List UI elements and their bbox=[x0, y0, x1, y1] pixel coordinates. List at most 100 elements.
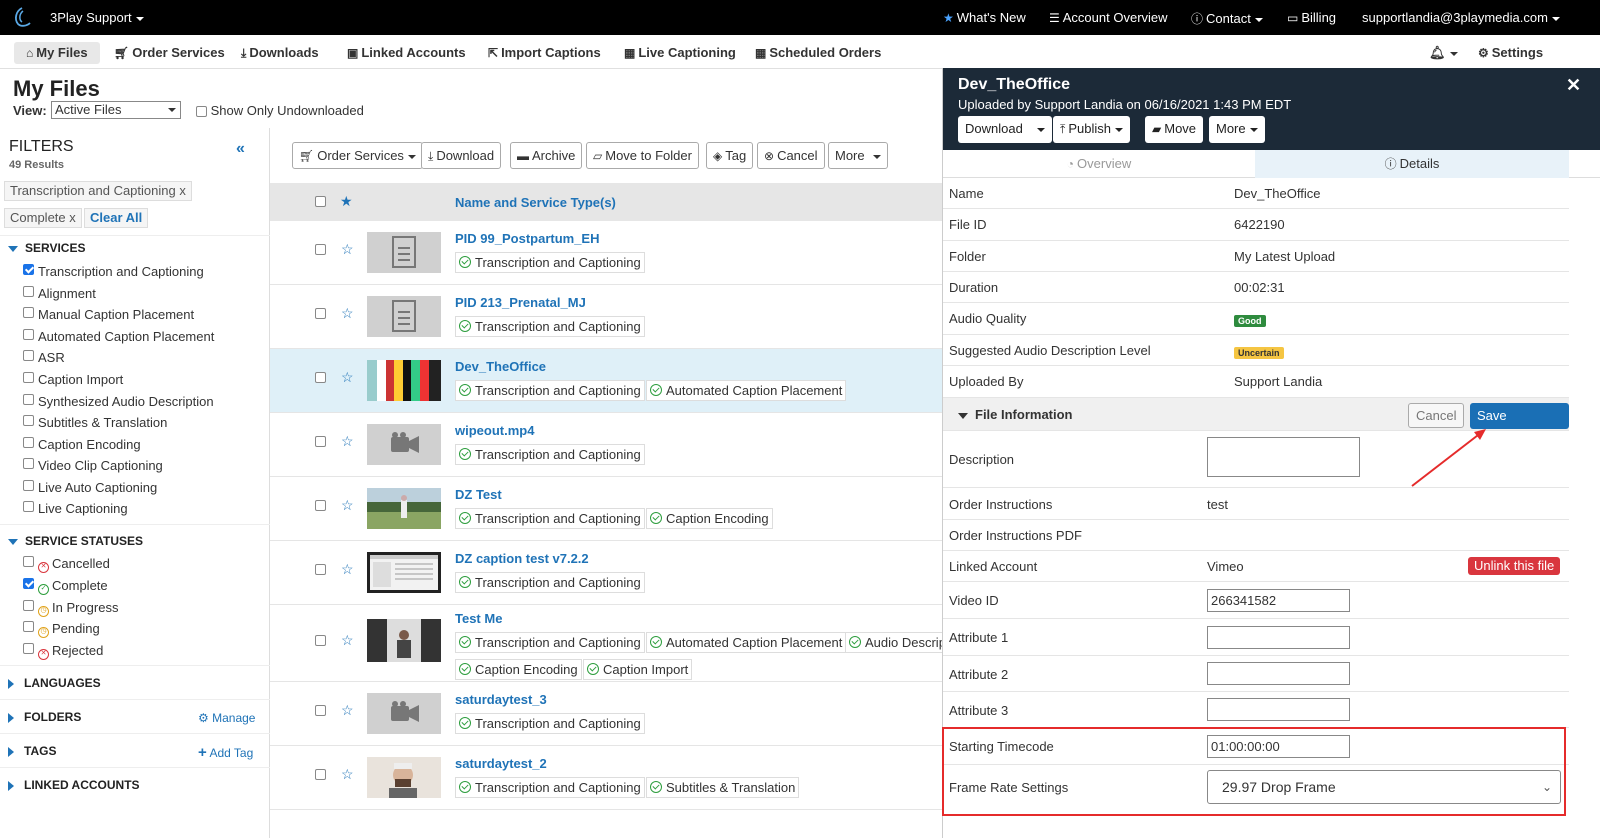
download-button[interactable]: ⤓ Download bbox=[421, 142, 502, 169]
filter-status[interactable]: ✕ Cancelled bbox=[23, 556, 110, 573]
contact-menu[interactable]: ⓘ Contact bbox=[1191, 10, 1263, 27]
row-checkbox[interactable] bbox=[315, 705, 326, 716]
nav-linked-accounts[interactable]: ▣ Linked Accounts bbox=[347, 42, 466, 64]
row-checkbox[interactable] bbox=[315, 769, 326, 780]
service-checkbox[interactable] bbox=[23, 350, 34, 361]
service-checkbox[interactable] bbox=[23, 372, 34, 383]
status-checkbox[interactable] bbox=[23, 578, 34, 589]
video-thumbnail[interactable] bbox=[367, 360, 441, 401]
panel-publish-button[interactable]: ⤒ Publish bbox=[1053, 116, 1130, 143]
filter-service[interactable]: Live Captioning bbox=[23, 501, 128, 516]
attribute-2-input[interactable] bbox=[1207, 662, 1350, 685]
video-thumbnail[interactable] bbox=[367, 488, 441, 529]
file-name-link[interactable]: DZ Test bbox=[455, 487, 502, 502]
file-name-link[interactable]: Dev_TheOffice bbox=[455, 359, 546, 374]
video-thumbnail[interactable] bbox=[367, 619, 441, 662]
filter-service[interactable]: Alignment bbox=[23, 286, 96, 301]
account-switcher[interactable]: 3Play Support bbox=[50, 10, 144, 25]
add-tag-link[interactable]: + Add Tag bbox=[198, 744, 253, 761]
video-thumbnail[interactable] bbox=[367, 552, 441, 593]
nav-settings[interactable]: ⚙ Settings bbox=[1478, 42, 1543, 64]
video-id-input[interactable]: 266341582 bbox=[1207, 589, 1350, 612]
status-checkbox[interactable] bbox=[23, 643, 34, 654]
filter-chip-transcription[interactable]: Transcription and Captioning x bbox=[4, 181, 192, 201]
table-row[interactable]: ☆ Dev_TheOffice Transcription and Captio… bbox=[270, 349, 942, 413]
star-icon[interactable]: ☆ bbox=[341, 632, 354, 649]
file-name-link[interactable]: wipeout.mp4 bbox=[455, 423, 534, 438]
linked-accounts-section-toggle[interactable]: LINKED ACCOUNTS bbox=[8, 778, 140, 792]
file-name-link[interactable]: PID 213_Prenatal_MJ bbox=[455, 295, 586, 310]
row-checkbox[interactable] bbox=[315, 500, 326, 511]
user-menu[interactable]: supportlandia@3playmedia.com bbox=[1362, 10, 1560, 25]
row-checkbox[interactable] bbox=[315, 308, 326, 319]
tags-section-toggle[interactable]: TAGS bbox=[8, 744, 56, 758]
nav-my-files[interactable]: ⌂ My Files bbox=[14, 42, 100, 64]
filter-status[interactable]: ✓ Complete bbox=[23, 578, 108, 595]
filter-service[interactable]: Subtitles & Translation bbox=[23, 415, 167, 430]
3play-logo-icon[interactable] bbox=[10, 5, 34, 29]
clear-all-button[interactable]: Clear All bbox=[84, 208, 149, 228]
filter-service[interactable]: Automated Caption Placement bbox=[23, 329, 214, 344]
service-checkbox[interactable] bbox=[23, 501, 34, 512]
file-name-link[interactable]: Test Me bbox=[455, 611, 502, 626]
video-thumbnail[interactable] bbox=[367, 424, 441, 465]
table-row[interactable]: ☆ PID 99_Postpartum_EH Transcription and… bbox=[270, 221, 942, 285]
attribute-1-input[interactable] bbox=[1207, 626, 1350, 649]
table-row[interactable]: ☆ PID 213_Prenatal_MJ Transcription and … bbox=[270, 285, 942, 349]
star-filled-icon[interactable]: ★ bbox=[340, 193, 353, 210]
undownloaded-checkbox[interactable] bbox=[196, 106, 207, 118]
video-thumbnail[interactable] bbox=[367, 693, 441, 734]
table-row[interactable]: ☆ Test Me Transcription and Captioning A… bbox=[270, 605, 942, 682]
row-checkbox[interactable] bbox=[315, 436, 326, 447]
description-textarea[interactable] bbox=[1207, 437, 1360, 477]
services-section-toggle[interactable]: SERVICES bbox=[8, 241, 85, 255]
filter-service[interactable]: Caption Encoding bbox=[23, 437, 141, 452]
collapse-sidebar-icon[interactable]: « bbox=[236, 140, 245, 158]
video-thumbnail[interactable] bbox=[367, 757, 441, 798]
filter-service[interactable]: Caption Import bbox=[23, 372, 123, 387]
close-icon[interactable]: ✕ bbox=[1566, 75, 1581, 96]
row-checkbox[interactable] bbox=[315, 372, 326, 383]
filter-chip-complete[interactable]: Complete x bbox=[4, 208, 82, 228]
panel-move-button[interactable]: ▰ Move bbox=[1145, 116, 1204, 143]
table-row[interactable]: ☆ wipeout.mp4 Transcription and Captioni… bbox=[270, 413, 942, 477]
service-checkbox[interactable] bbox=[23, 415, 34, 426]
table-row[interactable]: ☆ DZ Test Transcription and Captioning C… bbox=[270, 477, 942, 541]
filter-service[interactable]: Manual Caption Placement bbox=[23, 307, 194, 322]
star-icon[interactable]: ☆ bbox=[341, 497, 354, 514]
attribute-3-input[interactable] bbox=[1207, 698, 1350, 721]
file-name-link[interactable]: saturdaytest_3 bbox=[455, 692, 547, 707]
select-all-checkbox[interactable] bbox=[315, 196, 326, 207]
status-checkbox[interactable] bbox=[23, 621, 34, 632]
filter-status[interactable]: ✕ Rejected bbox=[23, 643, 103, 660]
document-thumbnail[interactable] bbox=[367, 232, 441, 273]
star-icon[interactable]: ☆ bbox=[341, 241, 354, 258]
nav-scheduled-orders[interactable]: ▦ Scheduled Orders bbox=[755, 42, 881, 64]
filter-service[interactable]: Video Clip Captioning bbox=[23, 458, 163, 473]
service-checkbox[interactable] bbox=[23, 264, 34, 275]
row-checkbox[interactable] bbox=[315, 635, 326, 646]
row-checkbox[interactable] bbox=[315, 244, 326, 255]
service-checkbox[interactable] bbox=[23, 286, 34, 297]
account-overview-link[interactable]: ☰ Account Overview bbox=[1049, 10, 1168, 25]
filter-service[interactable]: Synthesized Audio Description bbox=[23, 394, 214, 409]
more-button[interactable]: More bbox=[828, 142, 888, 169]
file-name-link[interactable]: saturdaytest_2 bbox=[455, 756, 547, 771]
panel-download-button[interactable]: Download bbox=[958, 116, 1052, 143]
filter-service[interactable]: Transcription and Captioning bbox=[23, 264, 204, 279]
table-row[interactable]: ☆ saturdaytest_2 Transcription and Capti… bbox=[270, 746, 942, 810]
row-checkbox[interactable] bbox=[315, 564, 326, 575]
unlink-file-button[interactable]: Unlink this file bbox=[1468, 557, 1561, 575]
document-thumbnail[interactable] bbox=[367, 296, 441, 337]
nav-downloads[interactable]: ⤓ Downloads bbox=[241, 42, 319, 64]
service-checkbox[interactable] bbox=[23, 437, 34, 448]
table-row[interactable]: ☆ DZ caption test v7.2.2 Transcription a… bbox=[270, 541, 942, 605]
service-checkbox[interactable] bbox=[23, 307, 34, 318]
star-icon[interactable]: ☆ bbox=[341, 766, 354, 783]
nav-live-captioning[interactable]: ▦ Live Captioning bbox=[624, 42, 736, 64]
archive-button[interactable]: ▬ Archive bbox=[510, 142, 583, 169]
statuses-section-toggle[interactable]: SERVICE STATUSES bbox=[8, 534, 143, 548]
filter-service[interactable]: ASR bbox=[23, 350, 65, 365]
view-select[interactable]: Active Files bbox=[51, 101, 181, 119]
star-icon[interactable]: ☆ bbox=[341, 702, 354, 719]
